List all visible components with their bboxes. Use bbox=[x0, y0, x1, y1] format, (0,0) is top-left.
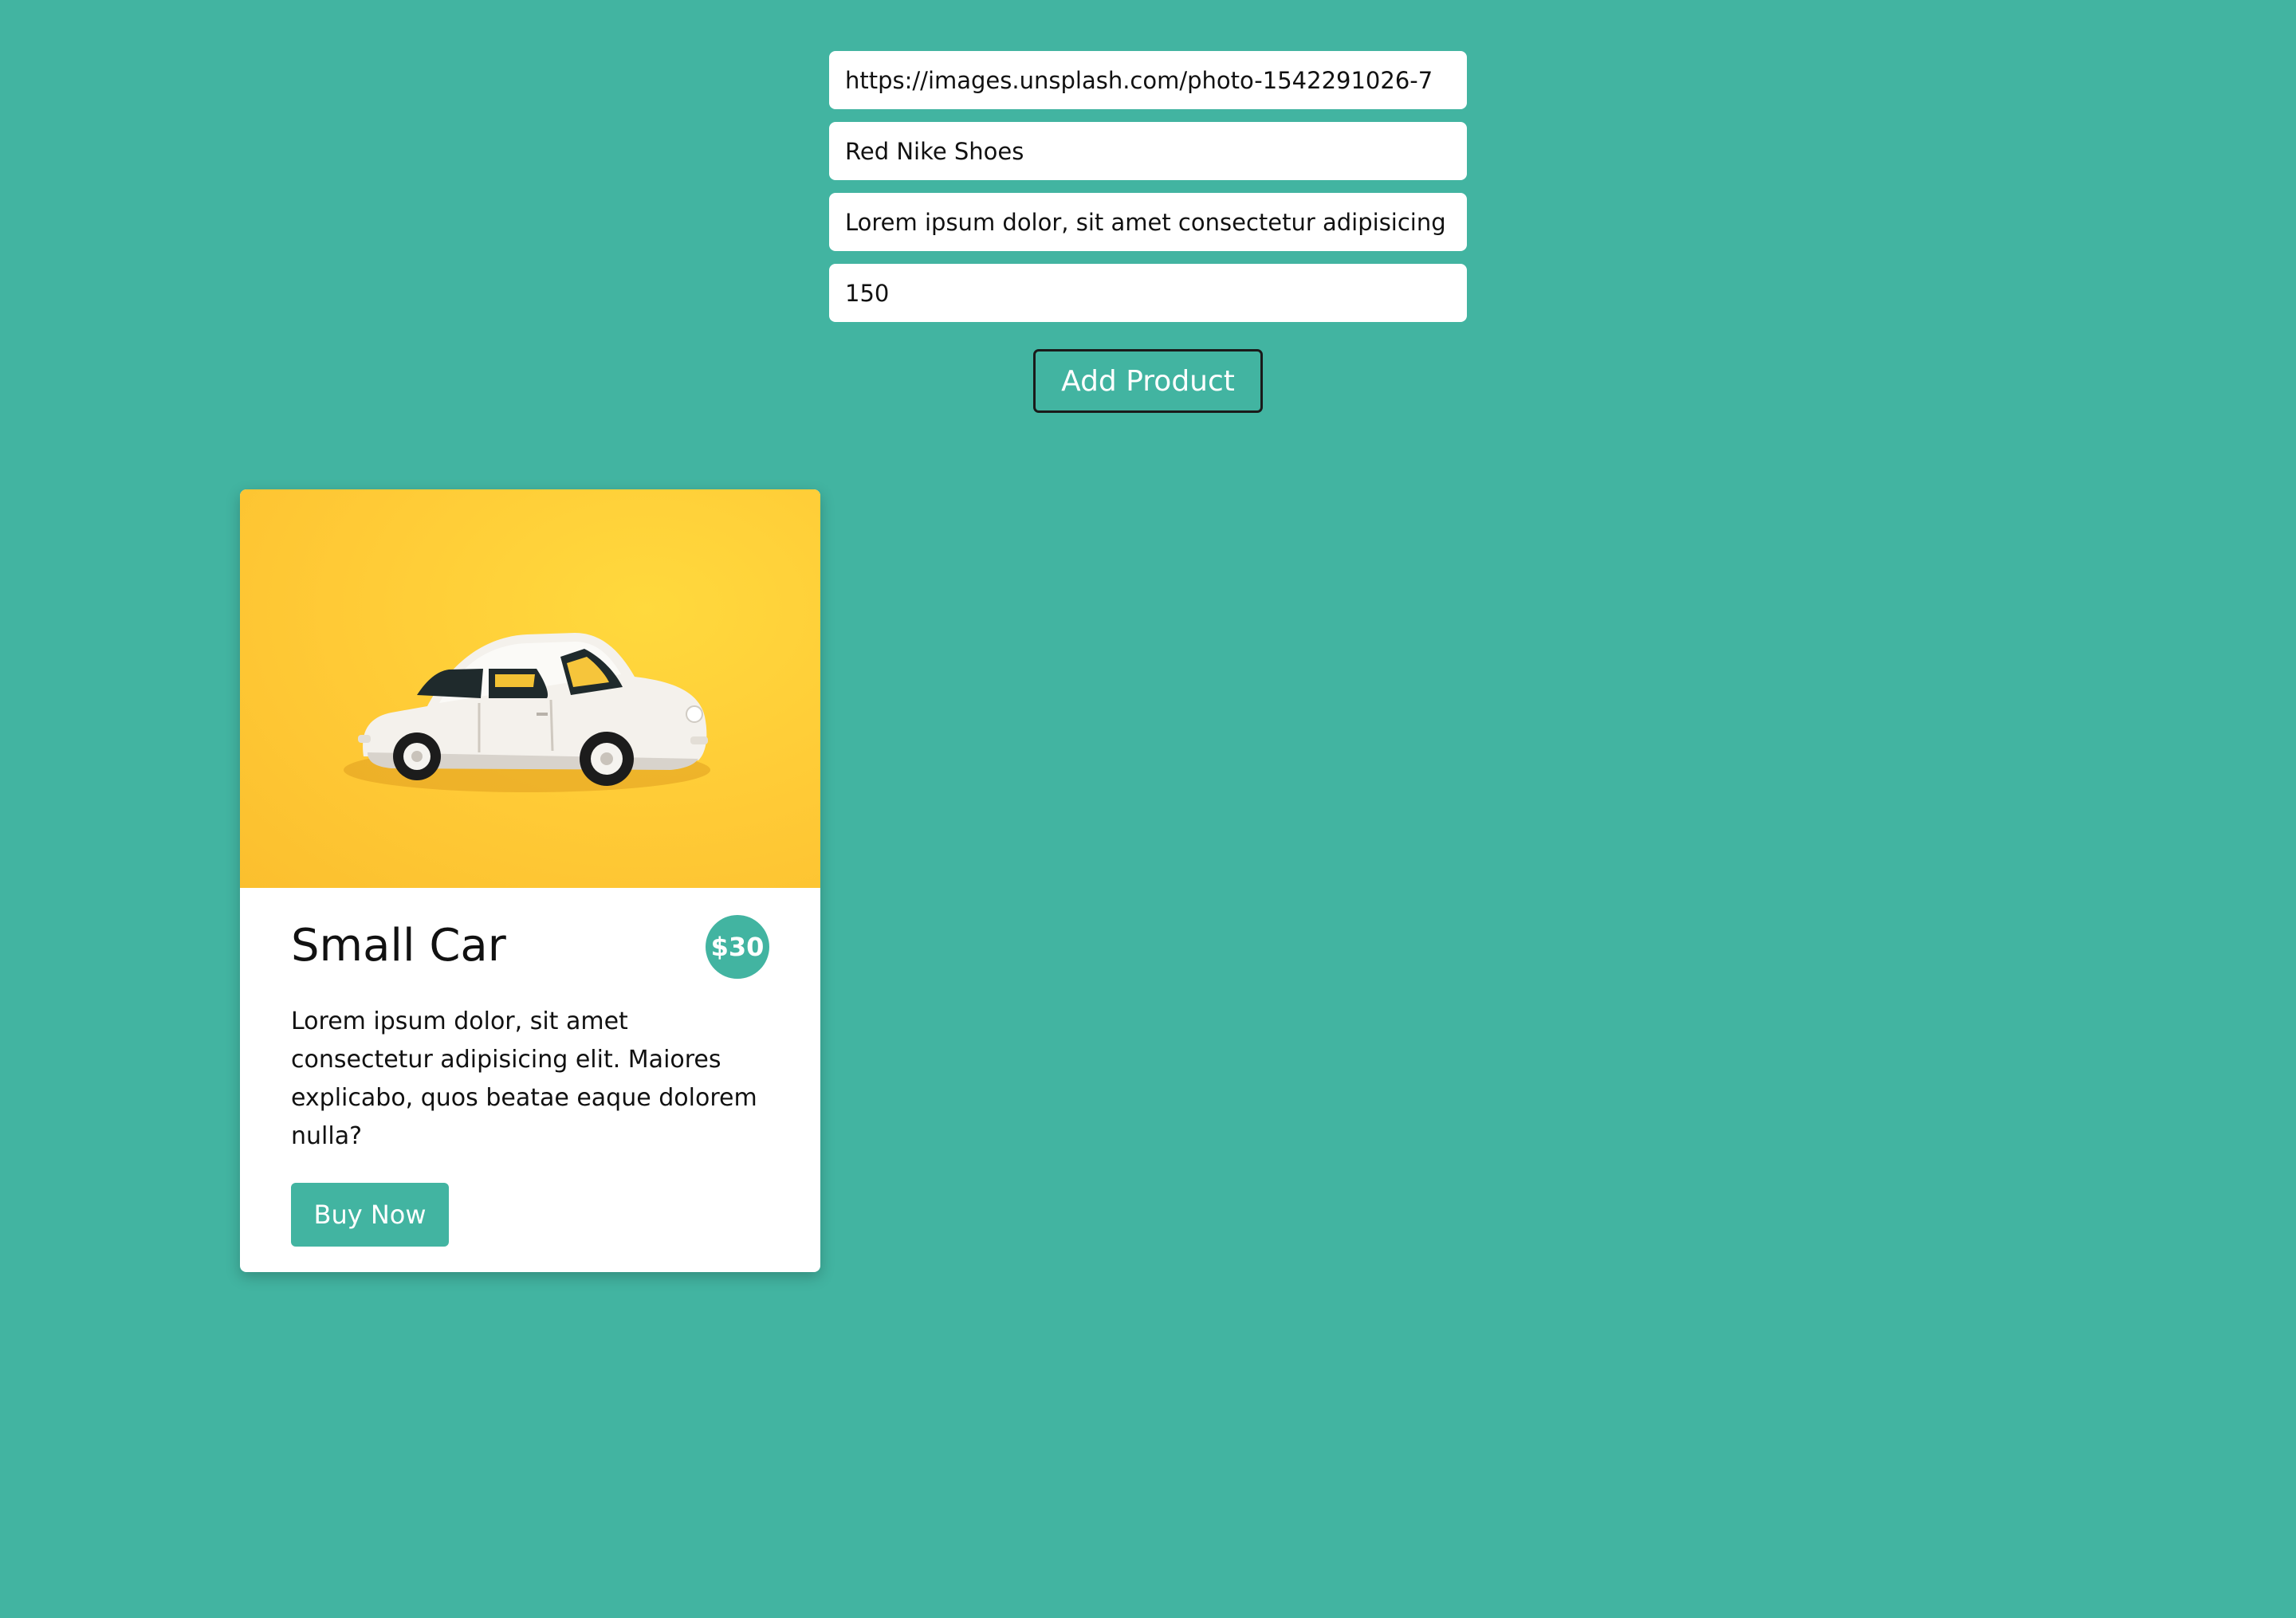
product-title: Small Car bbox=[291, 920, 506, 972]
buy-now-button[interactable]: Buy Now bbox=[291, 1183, 449, 1247]
product-description: Lorem ipsum dolor, sit amet consectetur … bbox=[291, 1007, 757, 1150]
product-image bbox=[240, 489, 820, 888]
product-description-input[interactable] bbox=[829, 193, 1467, 251]
product-card: Small Car $30 Lorem ipsum dolor, sit ame… bbox=[240, 489, 820, 1272]
toy-car-photo bbox=[344, 633, 710, 792]
add-product-button[interactable]: Add Product bbox=[1033, 349, 1263, 413]
product-name-input[interactable] bbox=[829, 122, 1467, 180]
product-price-input[interactable] bbox=[829, 264, 1467, 322]
image-url-input[interactable] bbox=[829, 51, 1467, 109]
price-badge: $30 bbox=[706, 915, 769, 979]
add-product-form bbox=[829, 51, 1467, 335]
